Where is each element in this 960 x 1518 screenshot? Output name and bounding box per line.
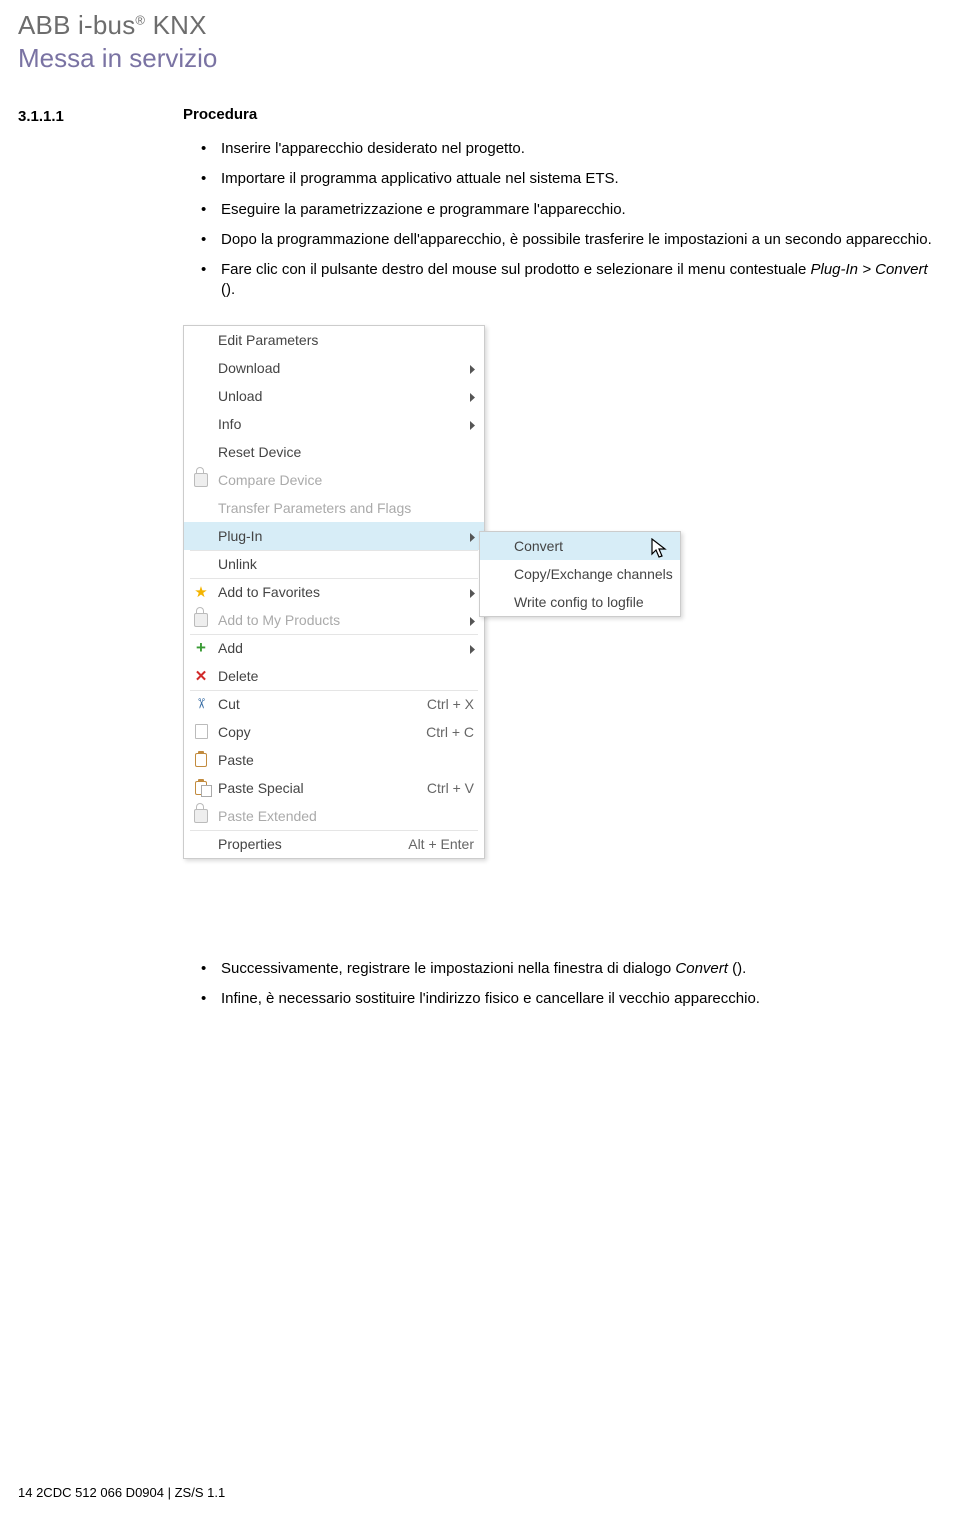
menu-item-add-to-favorites[interactable]: ★ Add to Favorites — [184, 578, 484, 606]
menu-item-paste-extended[interactable]: Paste Extended — [184, 802, 484, 830]
submenu-arrow-icon — [469, 418, 476, 434]
cut-icon: ✂ — [192, 695, 210, 713]
menu-item-unlink[interactable]: Unlink — [184, 550, 484, 578]
menu-item-shortcut: Ctrl + V — [407, 780, 474, 796]
context-menu-screenshot: Edit Parameters Download Unload Info Reset D… — [183, 325, 942, 945]
menu-item-label: Edit Parameters — [218, 332, 318, 348]
bullet-list-top: Inserire l'apparecchio desiderato nel pr… — [183, 139, 942, 301]
paste-icon — [192, 751, 210, 769]
submenu-item-convert[interactable]: Convert — [480, 532, 680, 560]
plus-icon: + — [192, 639, 210, 657]
menu-item-plug-in[interactable]: Plug-In — [184, 522, 484, 550]
menu-item-copy[interactable]: Copy Ctrl + C — [184, 718, 484, 746]
menu-item-transfer-parameters-and-flags[interactable]: Transfer Parameters and Flags — [184, 494, 484, 522]
menu-item-label: Unlink — [218, 556, 257, 572]
menu-item-reset-device[interactable]: Reset Device — [184, 438, 484, 466]
cursor-icon — [651, 538, 669, 565]
menu-item-paste[interactable]: Paste — [184, 746, 484, 774]
menu-item-label: Paste Extended — [218, 808, 317, 824]
menu-item-shortcut: Ctrl + X — [407, 696, 474, 712]
menu-item-paste-special[interactable]: Paste Special Ctrl + V — [184, 774, 484, 802]
menu-item-label: Paste Special — [218, 780, 304, 796]
menu-item-label: Transfer Parameters and Flags — [218, 500, 411, 516]
menu-item-label: Cut — [218, 696, 240, 712]
menu-item-download[interactable]: Download — [184, 354, 484, 382]
doc-header-line2: Messa in servizio — [18, 43, 942, 74]
doc-header-line1: ABB i-bus® KNX — [18, 10, 942, 41]
menu-item-label: Convert — [514, 538, 563, 554]
menu-item-label: Add — [218, 640, 243, 656]
menu-item-add[interactable]: + Add — [184, 634, 484, 662]
menu-item-label: Write config to logfile — [514, 594, 644, 610]
menu-item-label: Plug-In — [218, 528, 262, 544]
menu-item-label: Reset Device — [218, 444, 301, 460]
bullet-list-bottom: Successivamente, registrare le impostazi… — [183, 959, 942, 1010]
menu-item-label: Info — [218, 416, 241, 432]
menu-item-label: Add to My Products — [218, 612, 340, 628]
bullet-item: Eseguire la parametrizzazione e programm… — [183, 200, 942, 220]
menu-item-label: Copy/Exchange channels — [514, 566, 673, 582]
menu-item-label: Unload — [218, 388, 262, 404]
lock-icon — [192, 471, 210, 489]
lock-icon — [192, 611, 210, 629]
menu-item-delete[interactable]: ✕ Delete — [184, 662, 484, 690]
menu-item-add-to-my-products[interactable]: Add to My Products — [184, 606, 484, 634]
bullet-item: Inserire l'apparecchio desiderato nel pr… — [183, 139, 942, 159]
paste2-icon — [192, 779, 210, 797]
bullet-item: Fare clic con il pulsante destro del mou… — [183, 260, 942, 301]
page-footer: 14 2CDC 512 066 D0904 | ZS/S 1.1 — [18, 1485, 225, 1500]
submenu-arrow-icon — [469, 362, 476, 378]
context-menu-main: Edit Parameters Download Unload Info Reset D… — [183, 325, 485, 859]
submenu-arrow-icon — [469, 586, 476, 602]
menu-item-label: Copy — [218, 724, 251, 740]
menu-item-label: Compare Device — [218, 472, 322, 488]
menu-item-unload[interactable]: Unload — [184, 382, 484, 410]
menu-item-label: Properties — [218, 836, 282, 852]
menu-item-label: Download — [218, 360, 280, 376]
bullet-item: Successivamente, registrare le impostazi… — [183, 959, 942, 979]
bullet-item: Infine, è necessario sostituire l'indiri… — [183, 989, 942, 1009]
menu-item-edit-parameters[interactable]: Edit Parameters — [184, 326, 484, 354]
menu-item-label: Add to Favorites — [218, 584, 320, 600]
menu-item-shortcut: Alt + Enter — [388, 836, 474, 852]
menu-item-cut[interactable]: ✂ Cut Ctrl + X — [184, 690, 484, 718]
menu-item-compare-device[interactable]: Compare Device — [184, 466, 484, 494]
submenu-item-write-config-to-logfile[interactable]: Write config to logfile — [480, 588, 680, 616]
submenu-arrow-icon — [469, 642, 476, 658]
x-icon: ✕ — [192, 667, 210, 685]
submenu-arrow-icon — [469, 614, 476, 630]
menu-item-properties[interactable]: Properties Alt + Enter — [184, 830, 484, 858]
submenu-arrow-icon — [469, 390, 476, 406]
hdr-text-a: ABB i-bus — [18, 10, 135, 40]
copy-icon — [192, 723, 210, 741]
menu-item-info[interactable]: Info — [184, 410, 484, 438]
star-icon: ★ — [192, 583, 210, 601]
lock-icon — [192, 807, 210, 825]
menu-item-shortcut: Ctrl + C — [406, 724, 474, 740]
submenu-arrow-icon — [469, 530, 476, 546]
menu-item-label: Paste — [218, 752, 254, 768]
section-number: 3.1.1.1 — [18, 106, 183, 125]
menu-item-label: Delete — [218, 668, 258, 684]
section-title: Procedura — [183, 106, 257, 125]
registered-mark: ® — [135, 12, 145, 27]
bullet-item: Dopo la programmazione dell'apparecchio,… — [183, 230, 942, 250]
bullet-item: Importare il programma applicativo attua… — [183, 169, 942, 189]
submenu-item-copy-exchange-channels[interactable]: Copy/Exchange channels — [480, 560, 680, 588]
hdr-text-b: KNX — [145, 10, 206, 40]
